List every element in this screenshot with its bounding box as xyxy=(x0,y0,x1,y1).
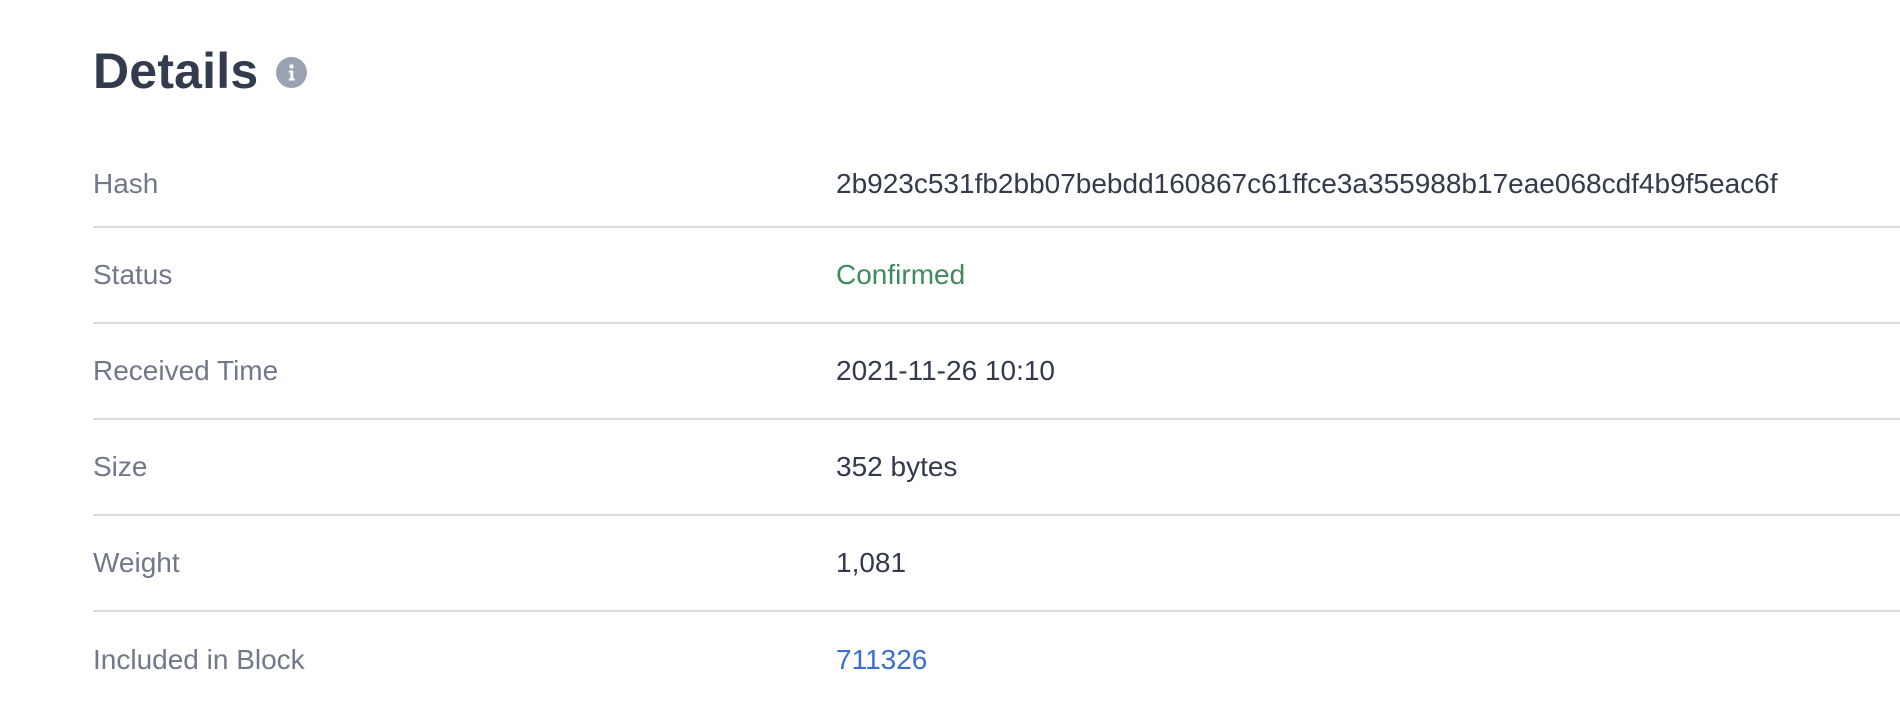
status-value: Confirmed xyxy=(836,259,966,290)
size-value: 352 bytes xyxy=(836,451,958,482)
detail-row-received-time: Received Time 2021-11-26 10:10 xyxy=(93,324,1900,420)
included-in-block-label: Included in Block xyxy=(93,644,305,675)
size-label: Size xyxy=(93,451,148,482)
detail-row-size: Size 352 bytes xyxy=(93,420,1900,516)
hash-label: Hash xyxy=(93,168,159,199)
block-link[interactable]: 711326 xyxy=(836,644,927,676)
details-section: Details Hash 2b923c531fb2bb07bebdd160867… xyxy=(93,0,1900,708)
received-time-value: 2021-11-26 10:10 xyxy=(836,355,1055,386)
hash-value: 2b923c531fb2bb07bebdd160867c61ffce3a3559… xyxy=(836,168,1778,199)
page-title: Details xyxy=(93,43,259,99)
detail-row-status: Status Confirmed xyxy=(93,228,1900,324)
detail-row-weight: Weight 1,081 xyxy=(93,516,1900,612)
weight-value: 1,081 xyxy=(836,547,907,578)
received-time-label: Received Time xyxy=(93,355,279,386)
status-label: Status xyxy=(93,259,173,290)
weight-label: Weight xyxy=(93,547,180,578)
info-icon[interactable] xyxy=(276,56,308,88)
details-list: Hash 2b923c531fb2bb07bebdd160867c61ffce3… xyxy=(93,142,1900,708)
details-header: Details xyxy=(93,0,1900,142)
detail-row-hash: Hash 2b923c531fb2bb07bebdd160867c61ffce3… xyxy=(93,142,1900,228)
detail-row-included-in-block: Included in Block 711326 xyxy=(93,612,1900,708)
